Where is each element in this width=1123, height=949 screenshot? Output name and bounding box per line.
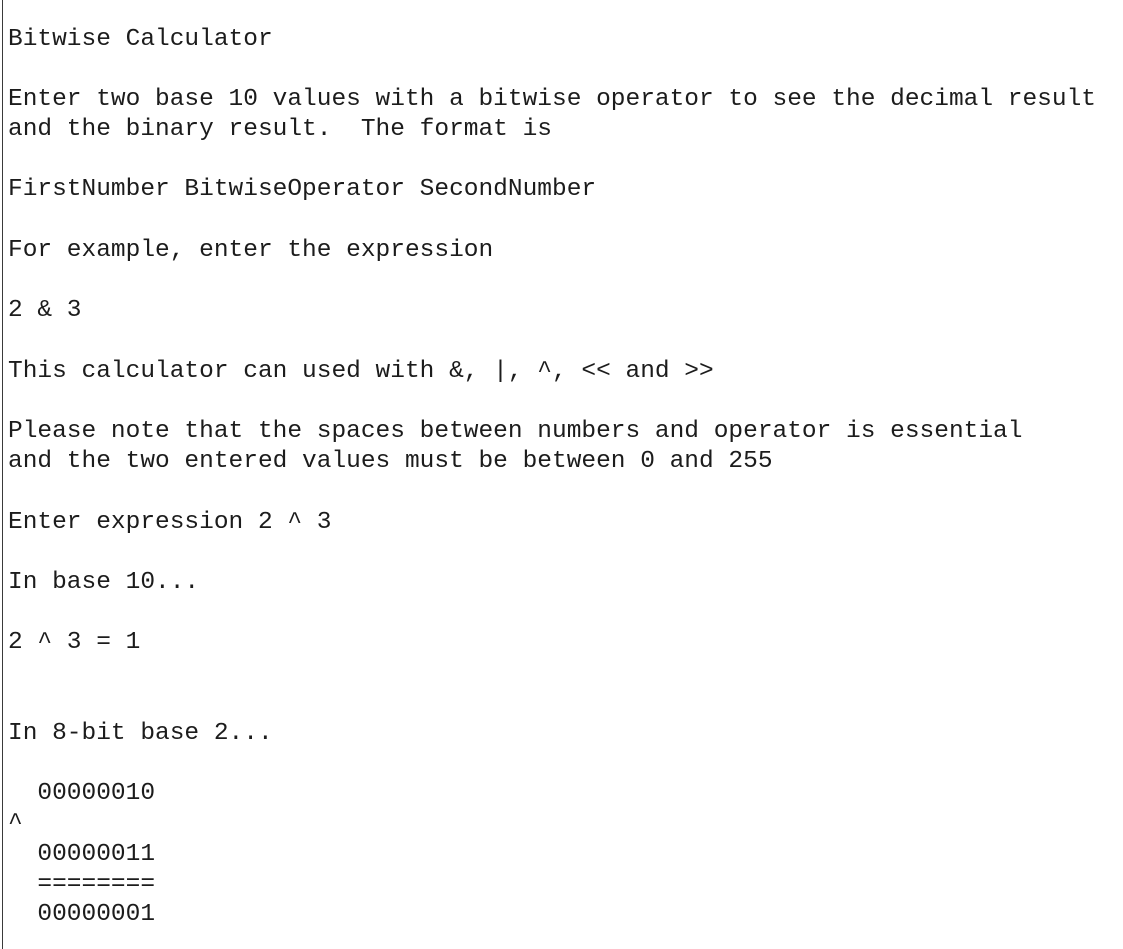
console-line-binary-operator: ^ <box>8 810 23 838</box>
console-line-blank <box>8 598 1118 628</box>
console-line-note-1: Please note that the spaces between numb… <box>8 417 1023 445</box>
console-line-format: FirstNumber BitwiseOperator SecondNumber <box>8 176 597 204</box>
console-text-block: Bitwise Calculator Enter two base 10 valu… <box>8 25 1118 931</box>
console-line-supported-operators: This calculator can used with &, |, ^, <… <box>8 357 714 385</box>
console-line-blank <box>8 538 1118 568</box>
console-line-blank <box>8 689 1118 719</box>
console-line-binary-operand-2: 00000011 <box>8 840 156 868</box>
console-line-blank <box>8 145 1118 175</box>
console-line-note-2: and the two entered values must be betwe… <box>8 448 773 476</box>
console-line-base10-label: In base 10... <box>8 568 200 596</box>
console-left-rule <box>2 0 3 949</box>
console-line-blank <box>8 387 1118 417</box>
console-line-blank <box>8 206 1118 236</box>
console-line-base10-result: 2 ^ 3 = 1 <box>8 629 141 657</box>
console-line-example-expression: 2 & 3 <box>8 297 82 325</box>
console-line-binary-divider: ======== <box>8 870 156 898</box>
console-line-blank <box>8 266 1118 296</box>
console-line-blank <box>8 477 1118 507</box>
console-line-blank <box>8 326 1118 356</box>
console-line-prompt[interactable]: Enter expression 2 ^ 3 <box>8 508 1118 538</box>
console-line-binary-operand-1: 00000010 <box>8 780 156 808</box>
console-line-base2-label: In 8-bit base 2... <box>8 719 273 747</box>
console-line-example-label: For example, enter the expression <box>8 236 494 264</box>
console-line-binary-result: 00000001 <box>8 900 156 928</box>
console-output-pane: Bitwise Calculator Enter two base 10 valu… <box>0 0 1123 949</box>
console-line-heading: Bitwise Calculator <box>8 25 273 53</box>
console-line-intro-1: Enter two base 10 values with a bitwise … <box>8 85 1096 113</box>
console-line-blank <box>8 749 1118 779</box>
console-line-intro-2: and the binary result. The format is <box>8 116 552 144</box>
console-line-blank <box>8 658 1118 688</box>
console-line-blank <box>8 55 1118 85</box>
